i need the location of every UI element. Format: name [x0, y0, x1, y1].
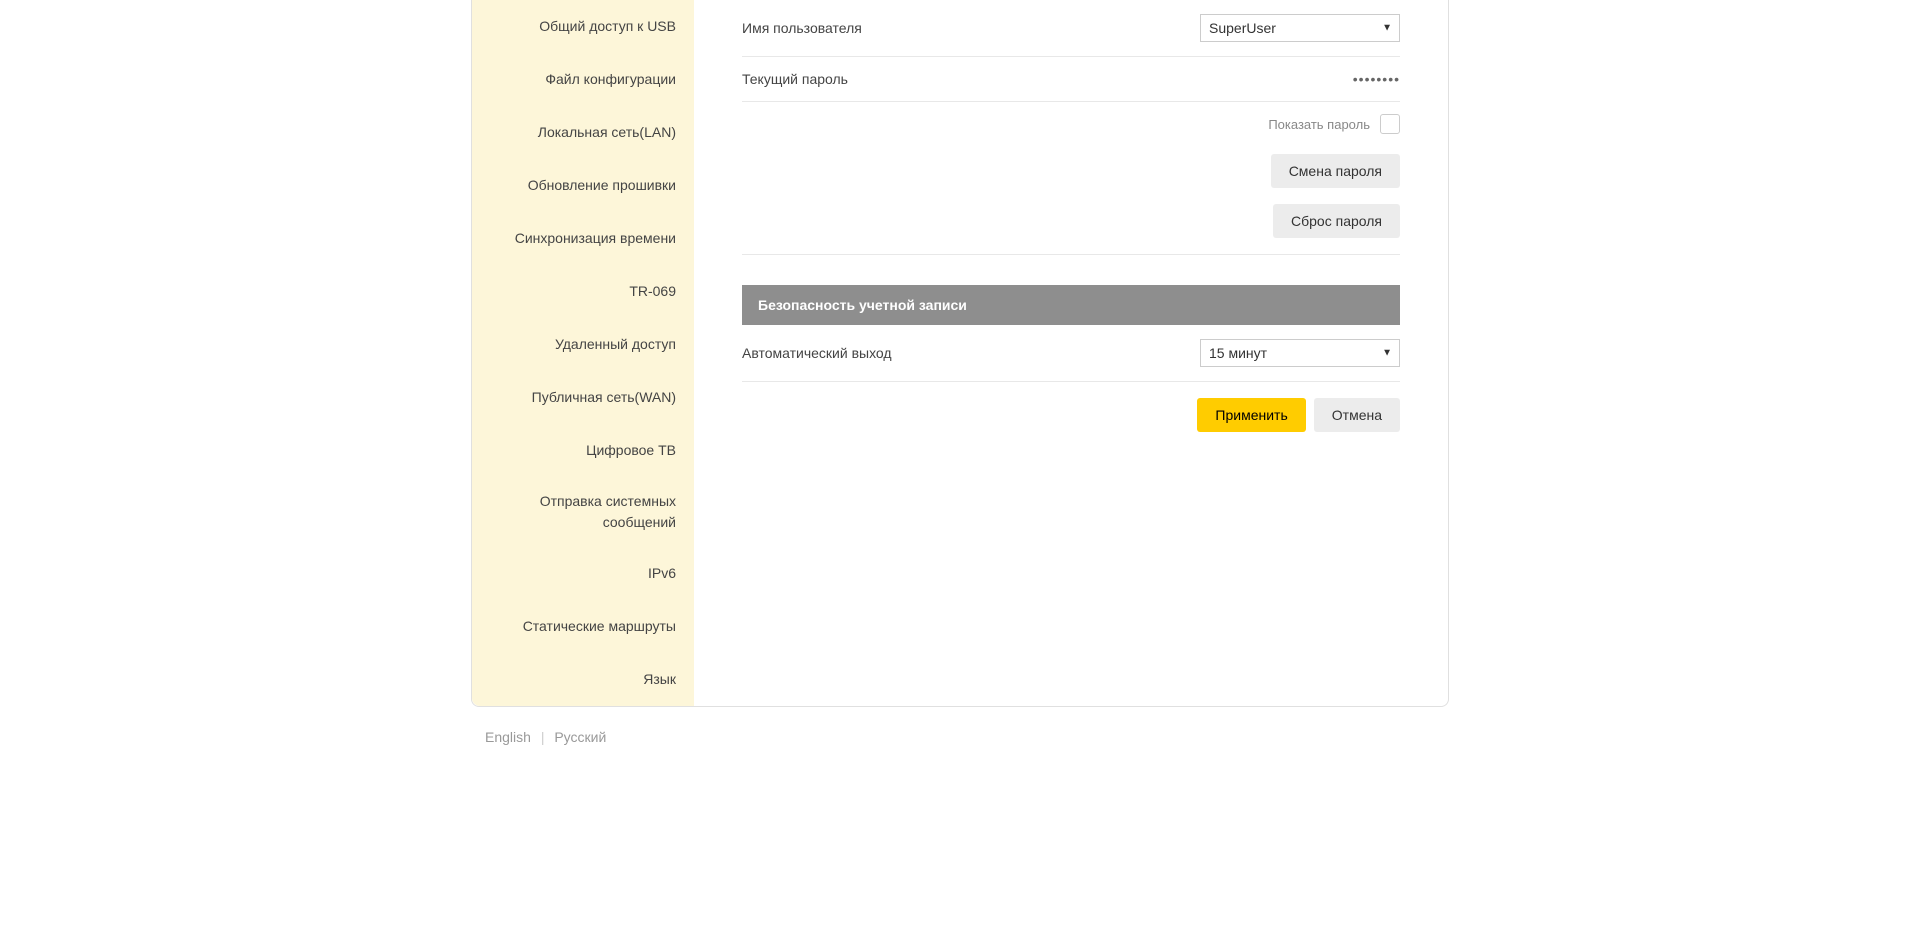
sidebar-item-digital-tv[interactable]: Цифровое ТВ — [472, 424, 694, 477]
sidebar-item-syslog[interactable]: Отправка системных сообщений — [472, 477, 694, 547]
show-password-row: Показать пароль — [742, 102, 1400, 146]
auto-logout-row: Автоматический выход 15 минут ▼ — [742, 325, 1400, 382]
auto-logout-label: Автоматический выход — [742, 345, 892, 361]
username-row: Имя пользователя SuperUser ▼ — [742, 0, 1400, 57]
password-value: •••••••• — [1353, 71, 1400, 87]
change-password-button[interactable]: Смена пароля — [1271, 154, 1400, 188]
username-label: Имя пользователя — [742, 20, 862, 36]
sidebar-item-firmware-update[interactable]: Обновление прошивки — [472, 159, 694, 212]
footer: English | Русский — [471, 721, 1449, 753]
auto-logout-value: 15 минут — [1209, 345, 1267, 361]
language-link-russian[interactable]: Русский — [554, 729, 606, 745]
cancel-button[interactable]: Отмена — [1314, 398, 1400, 432]
sidebar-item-tr069[interactable]: TR-069 — [472, 265, 694, 318]
auto-logout-select[interactable]: 15 минут ▼ — [1200, 339, 1400, 367]
sidebar-item-time-sync[interactable]: Синхронизация времени — [472, 212, 694, 265]
content-area: Имя пользователя SuperUser ▼ Текущий пар… — [694, 0, 1448, 706]
reset-password-button[interactable]: Сброс пароля — [1273, 204, 1400, 238]
sidebar-item-language[interactable]: Язык — [472, 653, 694, 706]
sidebar-item-config-file[interactable]: Файл конфигурации — [472, 53, 694, 106]
username-value: SuperUser — [1209, 20, 1276, 36]
show-password-checkbox[interactable] — [1380, 114, 1400, 134]
sidebar-item-ipv6[interactable]: IPv6 — [472, 547, 694, 600]
username-select[interactable]: SuperUser ▼ — [1200, 14, 1400, 42]
action-buttons: Применить Отмена — [742, 382, 1400, 432]
password-label: Текущий пароль — [742, 71, 848, 87]
security-section-header: Безопасность учетной записи — [742, 285, 1400, 325]
footer-separator: | — [541, 729, 545, 745]
language-link-english[interactable]: English — [485, 729, 531, 745]
sidebar-item-wan[interactable]: Публичная сеть(WAN) — [472, 371, 694, 424]
sidebar-item-usb[interactable]: Общий доступ к USB — [472, 0, 694, 53]
password-row: Текущий пароль •••••••• — [742, 57, 1400, 102]
sidebar-item-static-routes[interactable]: Статические маршруты — [472, 600, 694, 653]
sidebar-item-remote-access[interactable]: Удаленный доступ — [472, 318, 694, 371]
apply-button[interactable]: Применить — [1197, 398, 1305, 432]
sidebar: Общий доступ к USB Файл конфигурации Лок… — [472, 0, 694, 706]
show-password-label: Показать пароль — [1268, 117, 1370, 132]
sidebar-item-lan[interactable]: Локальная сеть(LAN) — [472, 106, 694, 159]
